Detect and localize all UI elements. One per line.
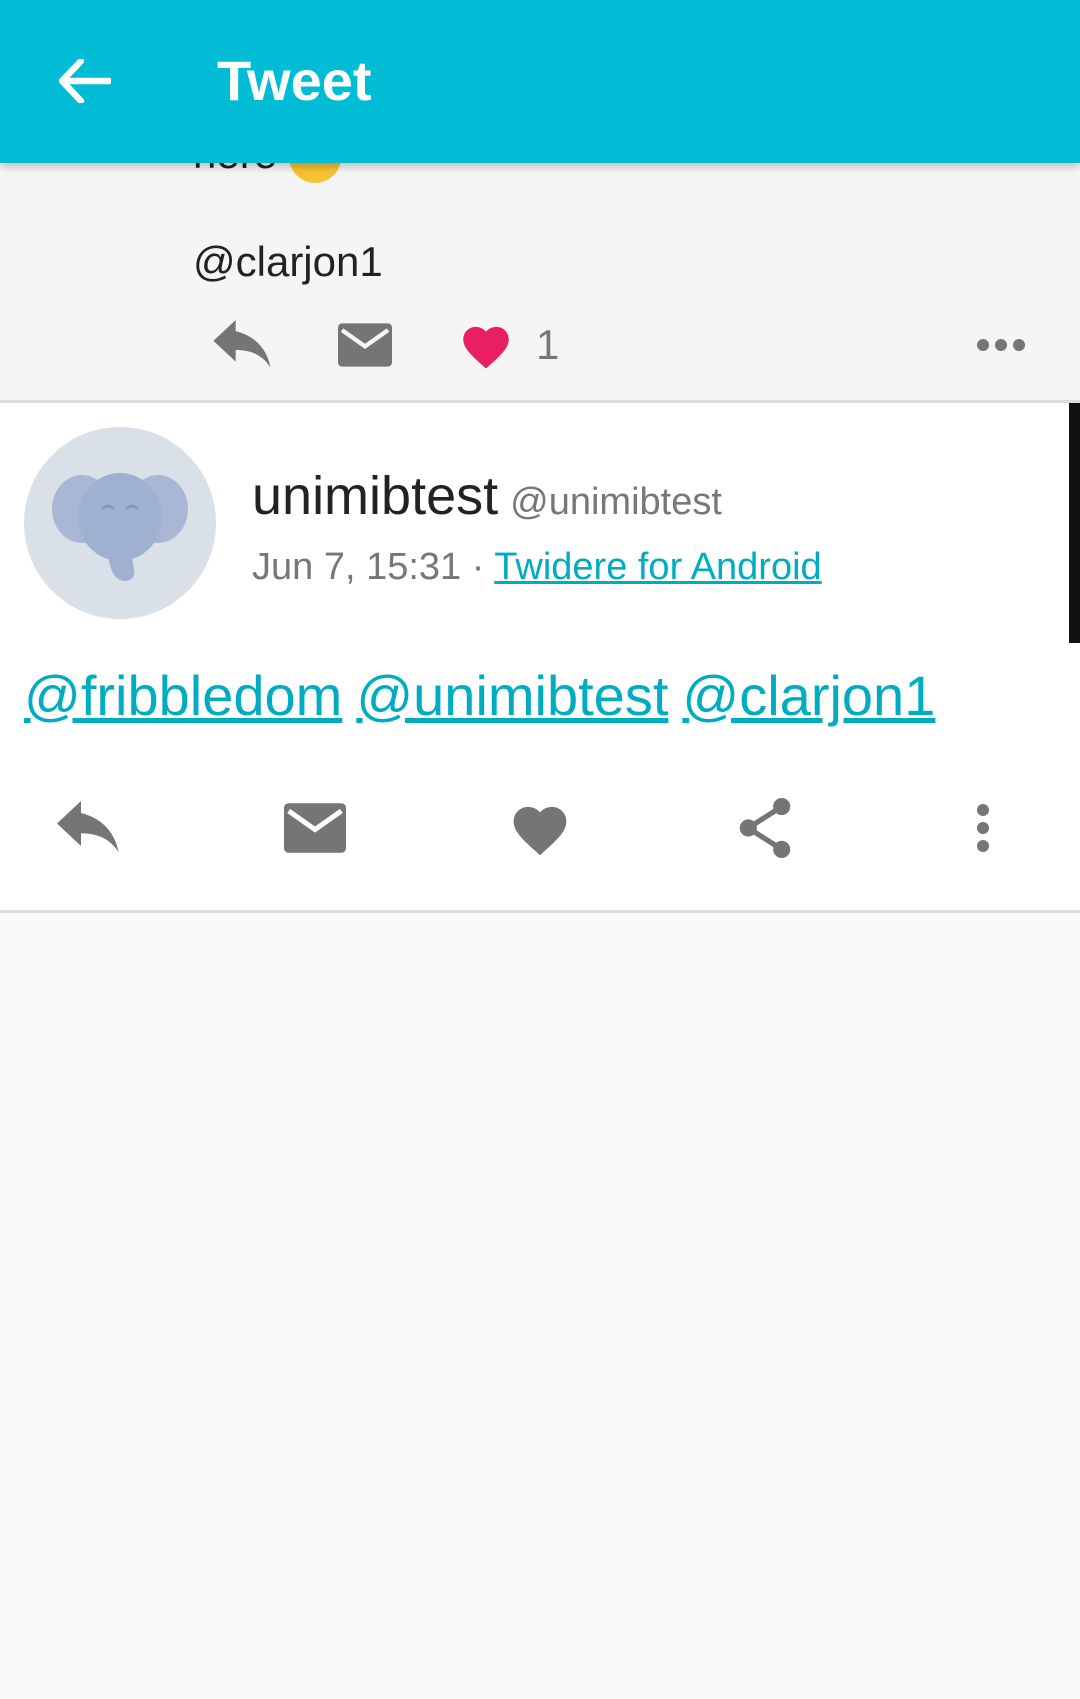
arrow-back-icon: [59, 59, 111, 103]
scrollbar[interactable]: [1069, 403, 1080, 643]
reply-button[interactable]: [40, 783, 140, 873]
back-button[interactable]: [44, 40, 126, 122]
mention-link[interactable]: @fribbledom: [24, 664, 342, 727]
timestamp: Jun 7, 15:31: [252, 546, 462, 588]
heart-icon: [513, 806, 567, 856]
more-button[interactable]: [933, 783, 1033, 873]
previous-tweet-actions: 1: [0, 305, 1080, 385]
share-icon: [739, 797, 791, 859]
more-vertical-icon: [977, 804, 989, 852]
like-button[interactable]: 1: [458, 305, 559, 385]
user-name[interactable]: unimibtest @unimibtest: [252, 465, 722, 527]
more-horizontal-icon: [977, 339, 1025, 351]
main-tweet: unimibtest @unimibtest Jun 7, 15:31 · Twi…: [0, 403, 1080, 913]
mail-icon: [338, 323, 392, 367]
message-button[interactable]: [338, 305, 392, 385]
share-button[interactable]: [715, 783, 815, 873]
avatar[interactable]: [24, 427, 216, 619]
tweet-meta: Jun 7, 15:31 · Twidere for Android: [252, 546, 822, 589]
like-button[interactable]: [490, 783, 590, 873]
like-count: 1: [536, 321, 560, 368]
mention-link[interactable]: @unimibtest: [356, 664, 668, 727]
app-bar: Tweet: [0, 0, 1080, 163]
mention-link[interactable]: @clarjon1: [682, 664, 935, 727]
more-button[interactable]: [976, 305, 1026, 385]
tweet-text: @fribbledom @unimibtest @clarjon1: [24, 663, 949, 728]
reply-icon: [57, 801, 119, 852]
source-link[interactable]: Twidere for Android: [494, 546, 821, 588]
reply-button[interactable]: [210, 305, 278, 385]
meta-separator: ·: [471, 546, 485, 588]
previous-tweet-mention[interactable]: @clarjon1: [193, 238, 383, 286]
user-handle[interactable]: @unimibtest: [510, 481, 722, 523]
heart-icon: [463, 326, 509, 369]
reply-icon: [213, 320, 271, 368]
message-button[interactable]: [265, 783, 365, 873]
mail-icon: [284, 803, 346, 853]
tweet-actions: [0, 783, 1080, 873]
tweet-screen: here @clarjon1 1 Tweet: [0, 0, 1080, 1699]
page-title: Tweet: [217, 49, 372, 112]
elephant-avatar-icon: [52, 473, 188, 581]
